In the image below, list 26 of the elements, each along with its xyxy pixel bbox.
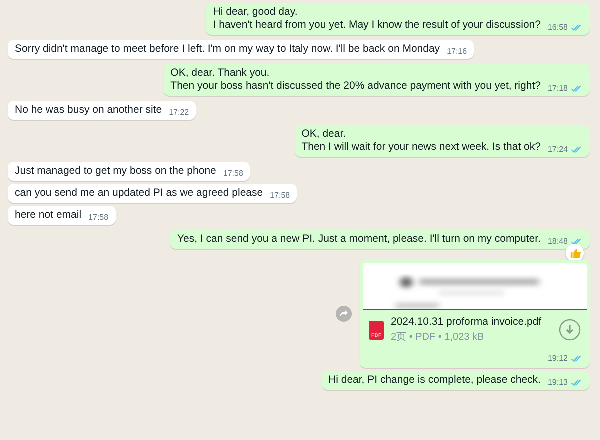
download-icon[interactable] — [559, 319, 581, 341]
message-text: OK, dear. Then I will wait for your news next week. Is that ok? — [302, 128, 541, 154]
message-time: 17:22 — [169, 107, 190, 119]
file-name: 2024.10.31 proforma invoice.pdf — [391, 316, 543, 329]
file-details: 2页 • PDF • 1,023 kB — [391, 331, 486, 344]
message-text: Sorry didn't manage to meet before I left. I'm on my way to Italy now. I'll be back on Monday — [15, 43, 440, 56]
thumbs-up-icon — [570, 248, 580, 258]
message-time: 17:18 — [548, 83, 568, 95]
message-text: Hi dear, good day. I haven't heard from you yet. May I know the result of your discussion? — [213, 6, 541, 32]
message-text: Yes, I can send you a new PI. Just a moment, please. I'll turn on my computer. — [177, 233, 541, 246]
message-time: 19:12 — [548, 353, 568, 365]
message-time: 16:58 — [548, 22, 568, 34]
forward-icon[interactable] — [336, 306, 352, 322]
message-time: 17:58 — [270, 190, 290, 202]
message-time: 17:24 — [548, 144, 568, 156]
message-time: 19:13 — [548, 377, 568, 389]
message-text: can you send me an updated PI as we agreed please — [15, 187, 264, 200]
message-text: Hi dear, PI change is complete, please check. — [328, 374, 541, 387]
message-time: 18:48 — [548, 236, 568, 248]
message-text: Just managed to get my boss on the phone — [15, 165, 216, 178]
message-text: OK, dear. Thank you. Then your boss hasn't discussed the 20% advance payment with you yet, right? — [170, 67, 541, 93]
message-time: 17:58 — [88, 212, 109, 224]
message-time: 17:58 — [223, 168, 244, 180]
message-time: 17:16 — [447, 46, 468, 58]
message-text: No he was busy on another site — [15, 104, 162, 117]
message-text: here not email — [15, 209, 82, 222]
